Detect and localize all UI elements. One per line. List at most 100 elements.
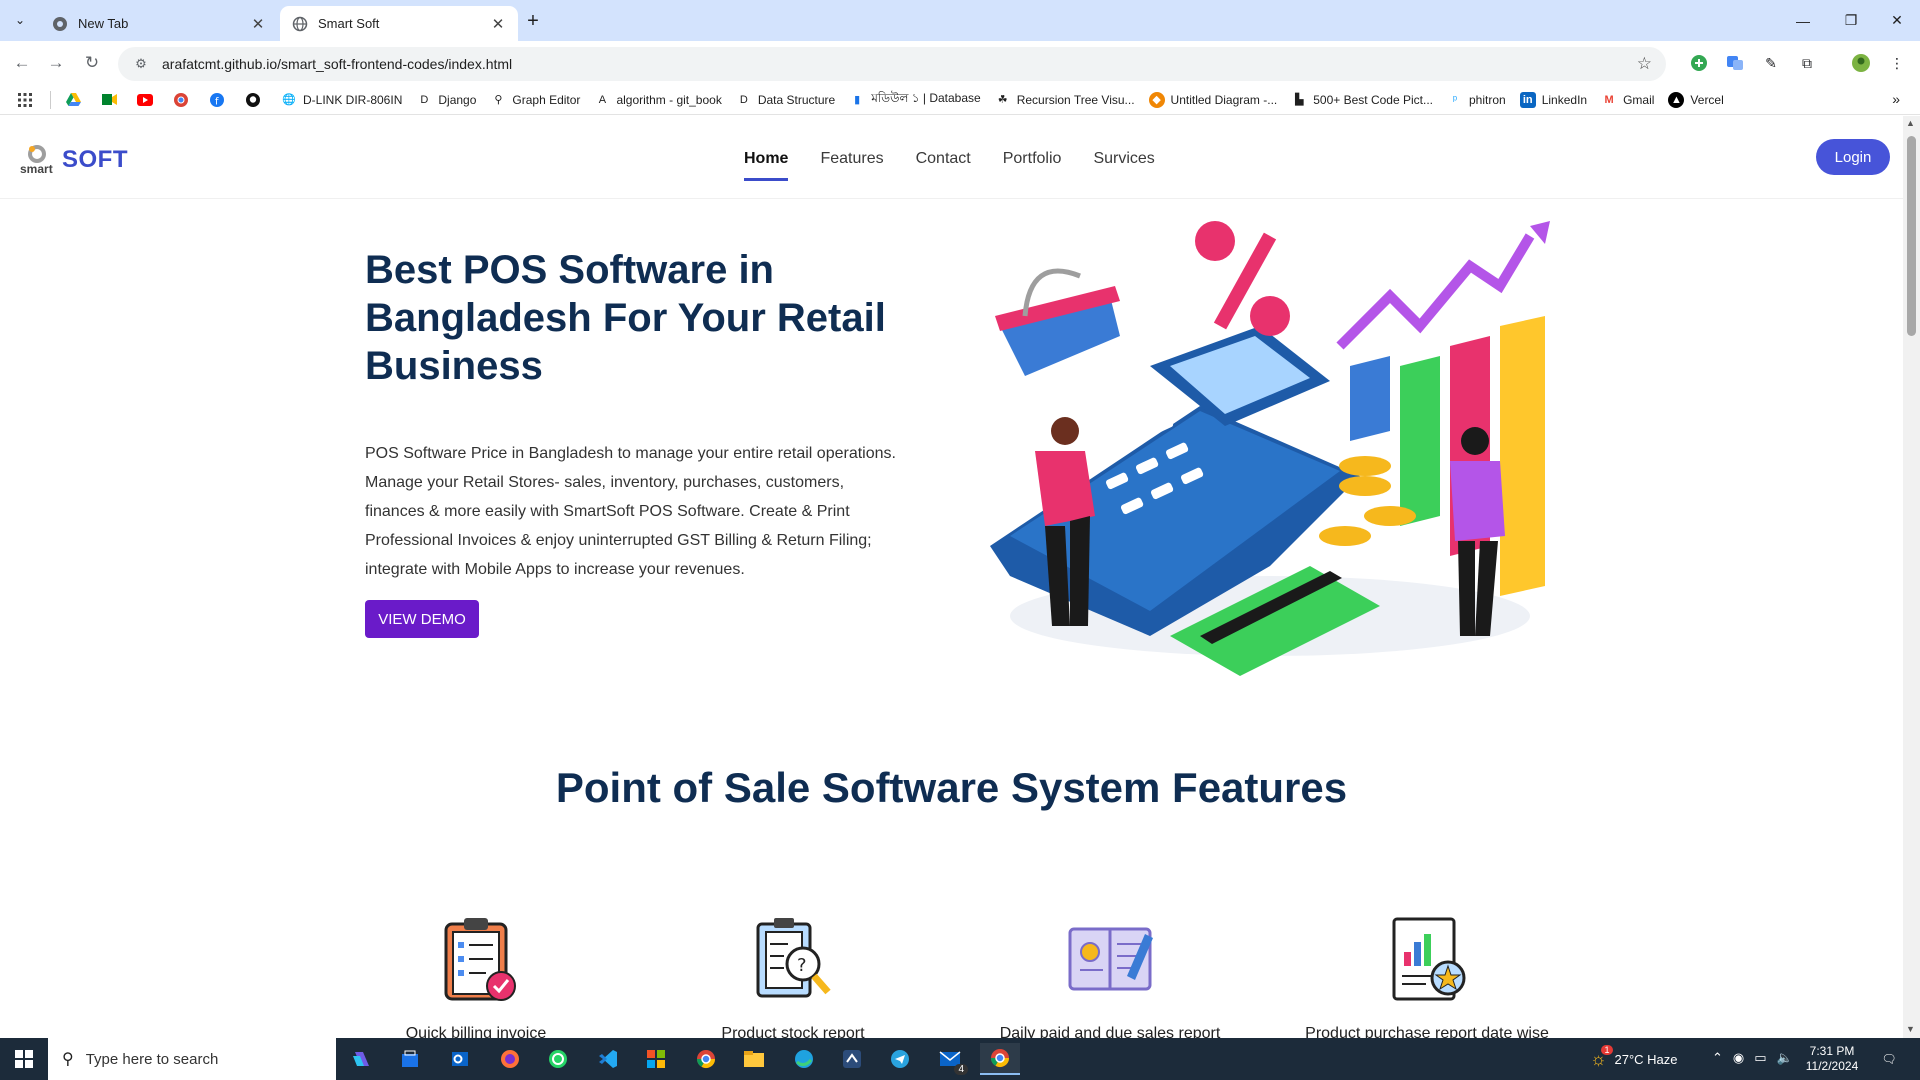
bookmark-google-meet[interactable] — [101, 92, 123, 108]
tab-smart-soft[interactable]: Smart Soft ✕ — [280, 6, 518, 41]
tray-chevron-up-icon[interactable]: ⌃ — [1712, 1050, 1723, 1066]
restore-icon[interactable]: ❐ — [1828, 0, 1874, 41]
bookmark-item[interactable]: D Data Structure — [736, 92, 835, 108]
scroll-up-arrow-icon[interactable]: ▲ — [1906, 118, 1915, 128]
google-meet-icon — [101, 92, 117, 108]
bookmark-label: মডিউল ১ | Database — [871, 90, 981, 105]
tab-title: Smart Soft — [318, 16, 380, 31]
eyedropper-extension-icon[interactable]: ✎ — [1760, 52, 1782, 74]
browser-menu-icon[interactable]: ⋮ — [1886, 52, 1908, 74]
new-tab-plus-icon[interactable]: + — [520, 8, 546, 34]
reload-icon[interactable]: ↻ — [78, 49, 106, 77]
profile-avatar-icon[interactable] — [1850, 52, 1872, 74]
nav-services[interactable]: Survices — [1093, 150, 1154, 181]
vscode-icon[interactable] — [588, 1043, 628, 1075]
mail-icon[interactable]: 4 — [930, 1043, 970, 1075]
bookmark-item[interactable]: ⚲ Graph Editor — [490, 92, 580, 108]
site-logo[interactable]: smart SOFT — [20, 144, 128, 176]
minimize-icon[interactable]: — — [1780, 0, 1826, 41]
back-arrow-icon[interactable]: ← — [8, 49, 36, 77]
system-tray: ⌃ ◉ ▭ 🔈 — [1712, 1050, 1803, 1066]
window-close-icon[interactable]: ✕ — [1874, 0, 1920, 41]
view-demo-button[interactable]: VIEW DEMO — [365, 600, 479, 638]
bookmark-item[interactable]: Aalgorithm - git_book — [594, 92, 722, 108]
windows-start-icon[interactable] — [0, 1038, 48, 1080]
vercel-icon: ▲ — [1668, 91, 1685, 108]
bookmark-google-drive[interactable] — [65, 92, 87, 108]
bookmark-item[interactable]: ▙ 500+ Best Code Pict... — [1291, 92, 1433, 108]
file-explorer-icon[interactable] — [734, 1043, 774, 1075]
extensions-puzzle-icon[interactable]: ⧉ — [1796, 52, 1818, 74]
copilot-icon[interactable] — [342, 1043, 382, 1075]
feature-card[interactable]: Product purchase report date wise — [1277, 914, 1577, 1038]
bookmark-facebook[interactable]: f — [209, 92, 231, 108]
firefox-icon[interactable] — [490, 1043, 530, 1075]
app-grid-icon[interactable] — [636, 1043, 676, 1075]
bookmark-item[interactable]: D Django — [416, 92, 476, 108]
site-settings-icon[interactable]: ⚙ — [132, 55, 150, 73]
tray-location-icon[interactable]: ◉ — [1733, 1050, 1744, 1066]
bookmark-youtube[interactable] — [137, 92, 159, 108]
taskbar-search-box[interactable]: ⚲ Type here to search — [48, 1038, 336, 1080]
bookmark-star-icon[interactable]: ☆ — [1637, 54, 1652, 74]
weather-widget[interactable]: ☼ 1 27°C Haze — [1590, 1038, 1678, 1080]
edge-icon[interactable] — [784, 1043, 824, 1075]
nav-portfolio[interactable]: Portfolio — [1003, 150, 1062, 181]
forward-arrow-icon[interactable]: → — [42, 49, 70, 77]
graph-icon: ⚲ — [494, 94, 503, 106]
tab-new-tab[interactable]: New Tab ✕ — [40, 6, 278, 41]
bookmark-item[interactable]: 🌐 D-LINK DIR-806IN — [281, 92, 402, 108]
bookmark-item[interactable]: in LinkedIn — [1519, 91, 1588, 108]
bookmark-item[interactable]: M Gmail — [1601, 92, 1654, 108]
taskbar-search-placeholder: Type here to search — [85, 1050, 219, 1068]
logo-mark: smart — [20, 144, 56, 176]
nav-contact[interactable]: Contact — [916, 150, 971, 181]
apps-grid-icon[interactable] — [18, 92, 32, 107]
translate-extension-icon[interactable] — [1724, 52, 1746, 74]
outlook-icon[interactable] — [440, 1043, 480, 1075]
feature-card[interactable]: ? Product stock report — [643, 914, 943, 1038]
hero-description: POS Software Price in Bangladesh to mana… — [365, 445, 896, 578]
tab-close-icon[interactable]: ✕ — [250, 16, 266, 33]
sublime-app-icon[interactable] — [832, 1043, 872, 1075]
nav-features[interactable]: Features — [820, 150, 883, 181]
taskbar-clock[interactable]: 7:31 PM 11/2/2024 — [1800, 1044, 1864, 1074]
bookmark-item[interactable]: ☘ Recursion Tree Visu... — [995, 92, 1135, 108]
extension-green-plus-icon[interactable] — [1688, 52, 1710, 74]
bookmark-github[interactable] — [245, 92, 267, 108]
tab-search-chevron-icon[interactable]: ⌄ — [8, 8, 32, 32]
chrome-active-icon[interactable] — [980, 1043, 1020, 1075]
bookmark-icon: ▮ — [854, 94, 861, 106]
notification-center-icon[interactable]: 🗨 — [1878, 1048, 1900, 1070]
tray-volume-icon[interactable]: 🔈 — [1777, 1050, 1793, 1066]
tray-network-icon[interactable]: ▭ — [1754, 1050, 1766, 1066]
chart-document-icon — [1392, 917, 1466, 1001]
tab-close-icon[interactable]: ✕ — [490, 16, 506, 33]
feature-card[interactable]: Quick billing invoice — [326, 914, 626, 1038]
bookmark-label: LinkedIn — [1541, 92, 1588, 107]
chrome-icon[interactable] — [686, 1043, 726, 1075]
brand-name: SOFT — [62, 146, 128, 173]
bookmark-label: Vercel — [1690, 92, 1724, 107]
more-bookmarks-chevron-icon[interactable]: » — [1892, 91, 1900, 107]
bookmark-item[interactable]: ◆ Untitled Diagram -... — [1148, 91, 1277, 108]
scrollbar-thumb[interactable] — [1907, 136, 1916, 336]
whatsapp-icon[interactable] — [538, 1043, 578, 1075]
bookmark-label: Data Structure — [757, 92, 836, 107]
telegram-icon[interactable] — [880, 1043, 920, 1075]
clock-time: 7:31 PM — [1809, 1044, 1855, 1058]
address-bar[interactable]: ⚙ arafatcmt.github.io/smart_soft-fronten… — [118, 47, 1666, 81]
page-scrollbar[interactable]: ▲ ▼ — [1903, 116, 1920, 1038]
bookmark-item[interactable]: ▮ মডিউল ১ | Database — [849, 90, 981, 110]
bookmark-label: algorithm - git_book — [616, 92, 722, 107]
nav-home[interactable]: Home — [744, 150, 789, 181]
bookmark-item[interactable]: ᵖ phitron — [1447, 92, 1506, 108]
scroll-down-arrow-icon[interactable]: ▼ — [1906, 1024, 1915, 1034]
bookmark-label: D-LINK DIR-806IN — [303, 92, 403, 107]
bookmark-item[interactable]: ▲ Vercel — [1668, 91, 1724, 108]
gmail-icon: M — [1604, 93, 1614, 106]
login-button[interactable]: Login — [1816, 139, 1890, 175]
microsoft-store-icon[interactable] — [390, 1043, 430, 1075]
bookmark-chrome-store[interactable] — [173, 92, 195, 108]
feature-card[interactable]: Daily paid and due sales report — [960, 914, 1260, 1038]
